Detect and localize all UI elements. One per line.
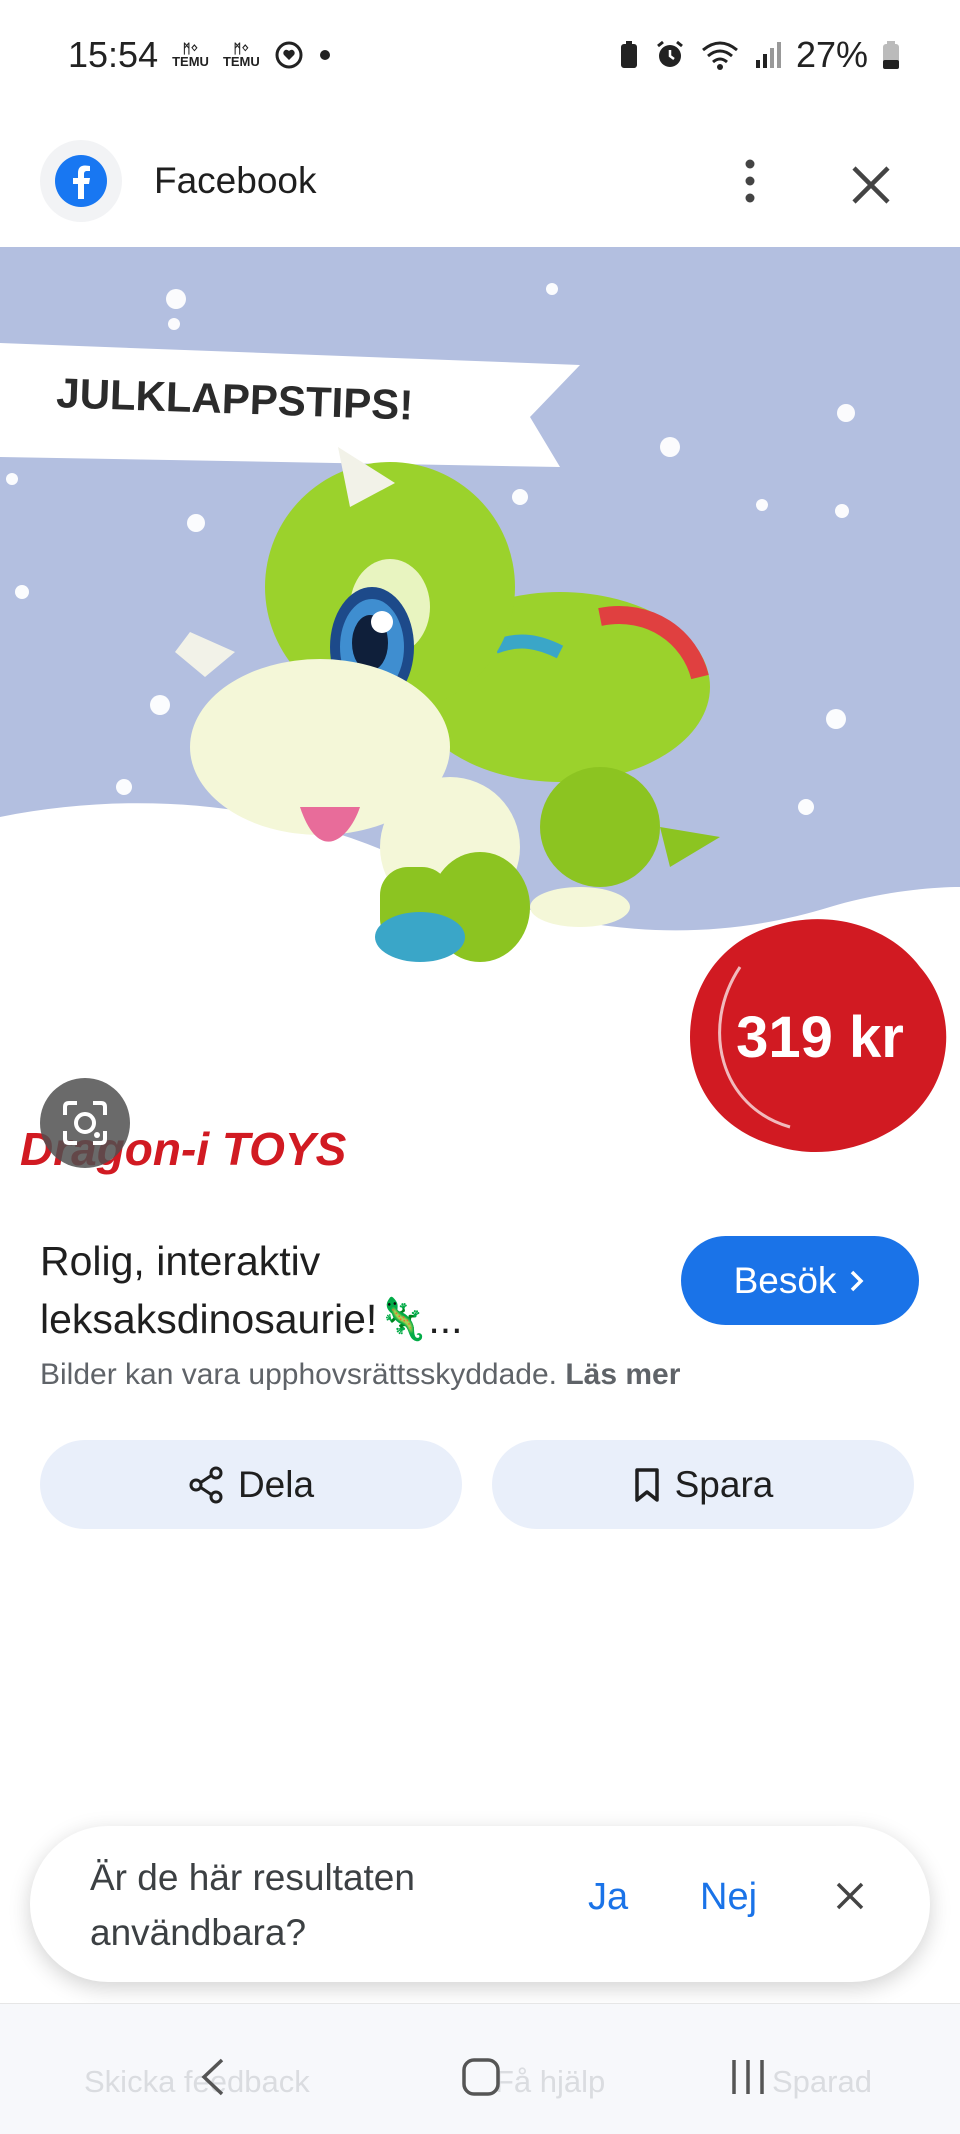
send-feedback-link[interactable]: Skicka feedback <box>84 2064 310 2100</box>
temu-notification-icon: ᛗᛜ TEMU <box>172 41 209 69</box>
facebook-logo-icon <box>40 140 122 222</box>
visit-button[interactable]: Besök <box>681 1236 919 1325</box>
status-bar-left: 15:54 ᛗᛜ TEMU ᛗᛜ TEMU <box>68 34 332 76</box>
read-more-link[interactable]: Läs mer <box>565 1358 680 1391</box>
saved-link[interactable]: Sparad <box>772 2064 872 2100</box>
status-bar-right: 27% <box>618 34 900 76</box>
more-vert-icon[interactable] <box>735 156 765 206</box>
lens-search-button[interactable] <box>40 1078 130 1168</box>
source-header: Facebook <box>0 138 960 228</box>
feedback-card: Är de här resultaten användbara? Ja Nej <box>30 1826 930 1982</box>
copyright-notice: Bilder kan vara upphovsrättsskyddade. Lä… <box>40 1358 680 1392</box>
alarm-icon <box>657 40 683 67</box>
result-title-line-1: Rolig, interaktiv <box>40 1238 321 1284</box>
bookmark-icon <box>634 1467 659 1502</box>
save-button[interactable]: Spara <box>492 1440 914 1529</box>
recents-nav-icon[interactable] <box>728 2056 772 2098</box>
clock: 15:54 <box>68 34 159 75</box>
feedback-yes-button[interactable]: Ja <box>588 1876 628 1919</box>
bottom-bar: Skicka feedback Få hjälp Sparad <box>0 2003 960 2134</box>
battery-saver-icon <box>620 41 637 68</box>
heart-circle-icon <box>275 41 303 69</box>
dot-icon <box>319 50 330 60</box>
wifi-icon <box>701 41 738 70</box>
feedback-question-line-2: användbara? <box>90 1912 307 1953</box>
feedback-question-line-1: Är de här resultaten <box>90 1857 415 1898</box>
battery-icon <box>883 41 899 69</box>
chevron-right-icon <box>851 1270 864 1291</box>
feedback-no-button[interactable]: Nej <box>700 1876 757 1919</box>
home-nav-icon[interactable] <box>460 2056 502 2098</box>
visit-label: Besök <box>733 1259 837 1301</box>
feedback-question: Är de här resultaten användbara? <box>90 1850 520 1960</box>
share-button[interactable]: Dela <box>40 1440 462 1529</box>
product-image: JULKLAPPSTIPS! 319 kr Dragon-i TOYS <box>0 247 960 1199</box>
save-label: Spara <box>674 1463 774 1505</box>
source-title: Facebook <box>154 160 317 201</box>
temu-notification-icon-2: ᛗᛜ TEMU <box>222 41 260 69</box>
status-bar: 15:54 ᛗᛜ TEMU ᛗᛜ TEMU 27% <box>0 0 960 110</box>
feedback-close-icon[interactable] <box>830 1876 870 1916</box>
share-icon <box>189 1466 223 1503</box>
close-icon[interactable] <box>846 160 896 210</box>
result-image[interactable]: JULKLAPPSTIPS! 319 kr Dragon-i TOYS <box>0 247 960 1199</box>
copyright-text: Bilder kan vara upphovsrättsskyddade. <box>40 1358 557 1391</box>
lens-icon <box>63 1101 107 1145</box>
result-title-line-2: leksaksdinosaurie!🦎... <box>40 1296 463 1342</box>
get-help-link[interactable]: Få hjälp <box>495 2064 605 2100</box>
battery-percent: 27% <box>795 34 868 75</box>
back-nav-icon[interactable] <box>198 2056 228 2098</box>
price-badge: 319 kr <box>736 1005 904 1070</box>
signal-icon <box>755 42 781 68</box>
result-title[interactable]: Rolig, interaktiv leksaksdinosaurie!🦎... <box>40 1232 640 1348</box>
share-label: Dela <box>237 1463 315 1505</box>
